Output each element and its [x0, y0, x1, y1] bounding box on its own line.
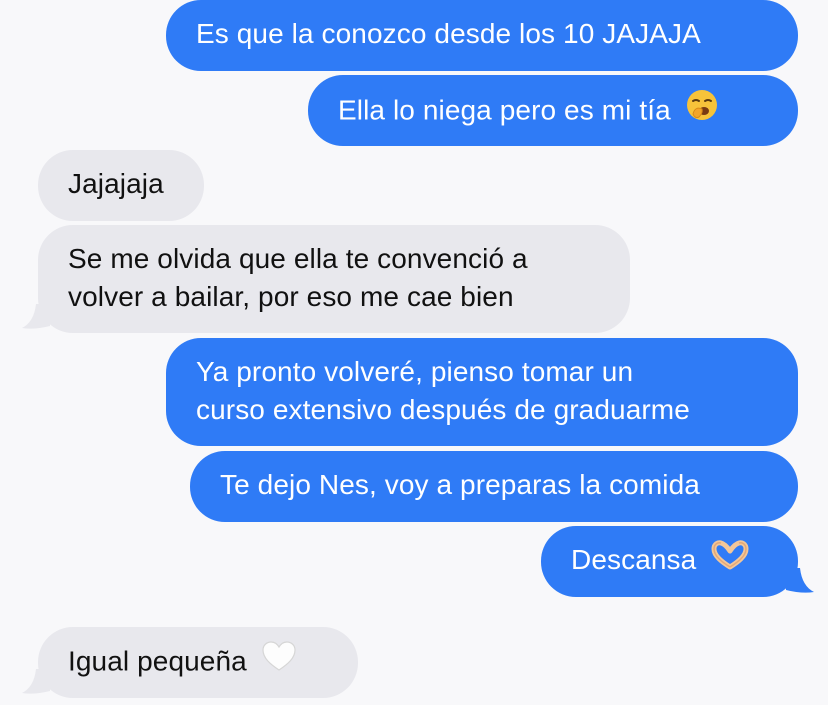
- message-text: Te dejo Nes, voy a preparas la comida: [220, 469, 700, 500]
- message-text: Igual pequeña: [68, 645, 247, 677]
- message-text: Ella lo niega pero es mi tía: [338, 94, 671, 126]
- received-bubble-tail: [22, 304, 50, 329]
- white-heart-icon: [261, 640, 297, 682]
- message-text: Es que la conozco desde los 10 JAJAJA: [196, 18, 701, 49]
- message-text: Descansa: [571, 544, 697, 575]
- message-bubble-sent[interactable]: Es que la conozco desde los 10 JAJAJA: [166, 0, 798, 71]
- message-text-line: Se me olvida que ella te convenció a: [68, 243, 528, 274]
- yawning-face-icon: [685, 88, 719, 132]
- message-bubble-received[interactable]: Jajajaja: [38, 150, 204, 221]
- sent-bubble-tail: [786, 568, 814, 593]
- message-bubble-sent[interactable]: Descansa: [541, 526, 798, 597]
- message-text-line: volver a bailar, por eso me cae bien: [68, 281, 514, 312]
- message-text-line: Ya pronto volveré, pienso tomar un: [196, 356, 634, 387]
- message-bubble-sent[interactable]: Ya pronto volveré, pienso tomar un curso…: [166, 338, 798, 446]
- heart-hands-icon: [710, 539, 750, 580]
- message-bubble-sent[interactable]: Te dejo Nes, voy a preparas la comida: [190, 451, 798, 522]
- received-bubble-tail: [22, 669, 50, 694]
- message-bubble-received[interactable]: Igual pequeña: [38, 627, 358, 698]
- message-bubble-received[interactable]: Se me olvida que ella te convenció a vol…: [38, 225, 630, 333]
- message-bubble-sent[interactable]: Ella lo niega pero es mi tía: [308, 75, 798, 146]
- message-text: Jajajaja: [68, 168, 164, 199]
- message-text-line: curso extensivo después de graduarme: [196, 394, 690, 425]
